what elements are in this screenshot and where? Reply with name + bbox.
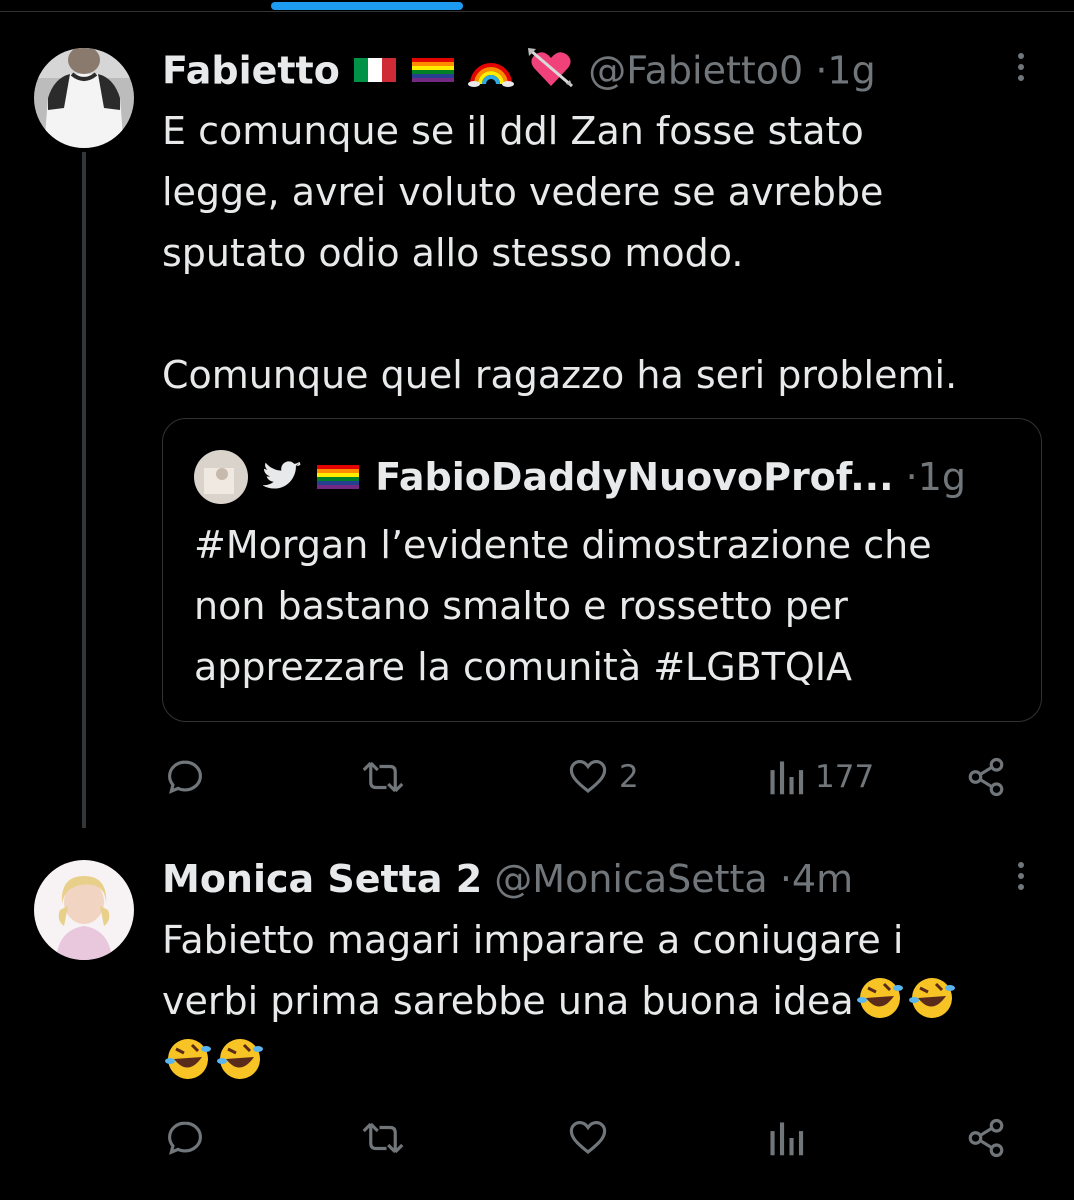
quoted-text: #Morgan l’evidente dimostrazione che non… (194, 515, 932, 698)
timeline: Fabietto @Fabietto0 ·1g E comunque se il… (0, 0, 1074, 1200)
timestamp[interactable]: 1g (827, 49, 875, 93)
top-divider (0, 11, 1074, 12)
timestamp[interactable]: 4m (792, 857, 853, 901)
heart-icon (567, 756, 609, 798)
tweet-text: E comunque se il ddl Zan fosse stato leg… (162, 101, 957, 406)
rolling-on-floor-laughing-icon (906, 976, 958, 1038)
quoted-text-line: non bastano smalto e rossetto per (194, 584, 848, 628)
tab-indicator (271, 2, 463, 10)
display-name[interactable]: Monica Setta 2 (162, 857, 482, 901)
tweet-header: Fabietto @Fabietto0 ·1g (162, 46, 876, 100)
reply-button[interactable] (164, 752, 206, 802)
heart-with-arrow-icon (526, 46, 576, 100)
tweet-text-line: legge, avrei voluto vedere se avrebbe (162, 170, 884, 214)
separator-dot: · (905, 455, 918, 499)
tweet-text-line: E comunque se il ddl Zan fosse stato (162, 109, 864, 153)
quoted-display-name[interactable]: FabioDaddyNuovoProf... (375, 455, 893, 499)
handle[interactable]: @Fabietto0 (588, 49, 803, 93)
tweet-text-line-wrap (162, 1032, 958, 1093)
quoted-avatar[interactable] (194, 450, 248, 504)
display-name[interactable]: Fabietto (162, 49, 340, 93)
separator-dot: · (779, 857, 792, 901)
quoted-tweet[interactable]: FabioDaddyNuovoProf... ·1g #Morgan l’evi… (162, 418, 1042, 722)
heart-icon (567, 1117, 609, 1159)
quoted-text-line: #Morgan l’evidente dimostrazione che (194, 523, 932, 567)
tweet-actions: 2 177 (162, 752, 1042, 802)
bird-icon (262, 457, 301, 503)
rolling-on-floor-laughing-icon (214, 1037, 266, 1099)
tweet-text-line: Fabietto magari imparare a coniugare i (162, 918, 904, 962)
retweet-icon (360, 756, 406, 798)
separator-dot: · (815, 48, 828, 93)
tweet-text: Fabietto magari imparare a coniugare i v… (162, 910, 958, 1093)
more-options-icon[interactable] (1015, 53, 1027, 89)
retweet-button[interactable] (360, 1113, 406, 1163)
avatar-fabietto[interactable] (34, 48, 134, 148)
like-button[interactable] (567, 1113, 609, 1163)
views-button[interactable] (767, 1113, 805, 1163)
views-chart-icon (767, 756, 805, 798)
rainbow-flag-icon (313, 457, 363, 503)
like-button[interactable]: 2 (567, 752, 639, 802)
quoted-text-line: apprezzare la comunità #LGBTQIA (194, 645, 853, 689)
tweet-text-line-wrap: verbi prima sarebbe una buona idea (162, 971, 958, 1032)
thread-connector (82, 152, 86, 828)
reply-icon (164, 756, 206, 798)
reply-icon (164, 1117, 206, 1159)
share-button[interactable] (965, 1113, 1007, 1163)
share-button[interactable] (965, 752, 1007, 802)
rainbow-icon (468, 48, 515, 98)
retweet-button[interactable] (360, 752, 406, 802)
rolling-on-floor-laughing-icon (854, 976, 906, 1038)
views-button[interactable]: 177 (767, 752, 874, 802)
quoted-header: FabioDaddyNuovoProf... ·1g (262, 454, 966, 503)
tweet-header: Monica Setta 2 @MonicaSetta ·4m (162, 856, 853, 902)
italy-flag-icon (352, 50, 398, 96)
quoted-timestamp[interactable]: 1g (918, 455, 966, 499)
share-icon (965, 756, 1007, 798)
tweet-actions (162, 1113, 1042, 1163)
view-count: 177 (815, 759, 875, 795)
tweet-text-line (162, 284, 957, 345)
tweet-text-line: verbi prima sarebbe una buona idea (162, 979, 854, 1023)
views-chart-icon (767, 1117, 805, 1159)
share-icon (965, 1117, 1007, 1159)
reply-button[interactable] (164, 1113, 206, 1163)
tweet-text-line: Comunque quel ragazzo ha seri problemi. (162, 353, 958, 397)
rolling-on-floor-laughing-icon (162, 1037, 214, 1099)
tweet-text-line: sputato odio allo stesso modo. (162, 231, 744, 275)
more-options-icon[interactable] (1015, 862, 1027, 898)
retweet-icon (360, 1117, 406, 1159)
handle[interactable]: @MonicaSetta (494, 857, 767, 901)
avatar-monica-setta[interactable] (34, 860, 134, 960)
like-count: 2 (619, 759, 639, 795)
rainbow-flag-icon (410, 50, 456, 96)
